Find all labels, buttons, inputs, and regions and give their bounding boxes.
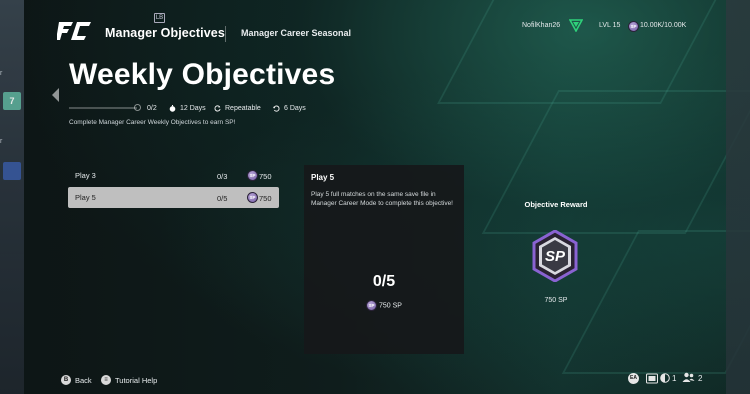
peek-card-calendar: 7 xyxy=(3,92,21,110)
previous-arrow-icon[interactable] xyxy=(52,88,59,102)
detail-reward: SP 750 SP xyxy=(304,300,464,311)
sp-coin-icon: SP xyxy=(247,170,258,181)
back-label: Back xyxy=(75,375,92,385)
objective-set-description: Complete Manager Career Weekly Objective… xyxy=(69,119,236,126)
previous-panel-peek[interactable]: areer 7 areer xyxy=(0,0,24,394)
level-indicator: LVL 15 xyxy=(599,22,621,29)
peek-label: areer xyxy=(0,70,3,77)
objective-progress: 0/3 xyxy=(217,172,228,181)
back-button[interactable]: B Back xyxy=(61,375,92,385)
sp-coin-icon: SP xyxy=(366,300,378,311)
objective-progress-bar xyxy=(69,107,137,109)
peek-card-number: 7 xyxy=(9,96,15,106)
sp-balance: 10.00K/10.00K xyxy=(640,22,687,29)
detail-title: Play 5 xyxy=(311,173,335,182)
sp-reward-badge-icon: SP xyxy=(532,230,578,282)
fc-logo-icon xyxy=(57,22,91,40)
objective-row-play-3[interactable]: Play 3 0/3 SP 750 xyxy=(68,165,279,186)
objective-reward-value: 750 SP xyxy=(544,297,568,304)
contrast-icon xyxy=(660,373,670,383)
ea-logo: EA xyxy=(628,373,639,384)
page-title: Weekly Objectives xyxy=(69,58,336,91)
app-title: Manager Objectives xyxy=(105,26,225,40)
repeat-icon xyxy=(214,105,221,112)
objective-reward-label: Objective Reward xyxy=(524,200,588,209)
progress-end-marker xyxy=(134,104,141,111)
detail-description: Play 5 full matches on the same save fil… xyxy=(311,191,453,207)
tutorial-help-label: Tutorial Help xyxy=(115,375,158,385)
ea-icon: EA xyxy=(628,372,639,384)
peek-card-image xyxy=(3,162,21,180)
objective-detail-panel: Play 5 Play 5 full matches on the same s… xyxy=(304,165,464,354)
refresh-icon xyxy=(273,105,280,112)
objective-row-play-5[interactable]: Play 5 0/5 SP 750 xyxy=(68,187,279,208)
detail-progress: 0/5 xyxy=(372,273,396,290)
repeat-interval-text: 6 Days xyxy=(284,105,306,112)
notification-count: 1 xyxy=(672,374,677,383)
friends-icon[interactable] xyxy=(682,372,695,383)
duration-meta: 12 Days xyxy=(169,105,206,112)
progress-text: 0/2 xyxy=(147,105,157,112)
lb-button-hint[interactable]: LB xyxy=(154,13,165,23)
detail-reward-text: 750 SP xyxy=(379,302,402,310)
b-button-icon: B xyxy=(61,375,71,385)
menu-button-icon: ≡ xyxy=(101,375,111,385)
progress-count: 0/2 xyxy=(147,105,157,112)
objective-reward: 750 xyxy=(259,194,272,203)
username: NofilKhan26 xyxy=(522,22,561,29)
sp-coin-icon: SP xyxy=(628,21,639,32)
objective-name: Play 3 xyxy=(75,171,96,180)
peek-label: areer xyxy=(0,138,3,145)
objective-progress: 0/5 xyxy=(217,194,228,203)
header-subtitle[interactable]: Manager Career Seasonal xyxy=(241,28,351,38)
objective-reward: 750 xyxy=(259,172,272,181)
repeatable-meta: Repeatable xyxy=(214,105,261,112)
friends-count: 2 xyxy=(698,374,703,383)
sp-badge-text: SP xyxy=(545,248,566,265)
repeat-label: Repeatable xyxy=(225,105,261,112)
repeat-interval-meta: 6 Days xyxy=(273,105,306,112)
header-divider xyxy=(225,26,226,42)
rank-chevron-icon xyxy=(569,19,583,32)
next-panel-peek[interactable] xyxy=(726,0,750,394)
controller-icon xyxy=(646,373,658,384)
timer-icon xyxy=(169,105,176,112)
tutorial-help-button[interactable]: ≡ Tutorial Help xyxy=(101,375,157,385)
objective-name: Play 5 xyxy=(75,193,96,202)
sp-coin-icon: SP xyxy=(247,192,258,203)
duration-text: 12 Days xyxy=(180,105,206,112)
